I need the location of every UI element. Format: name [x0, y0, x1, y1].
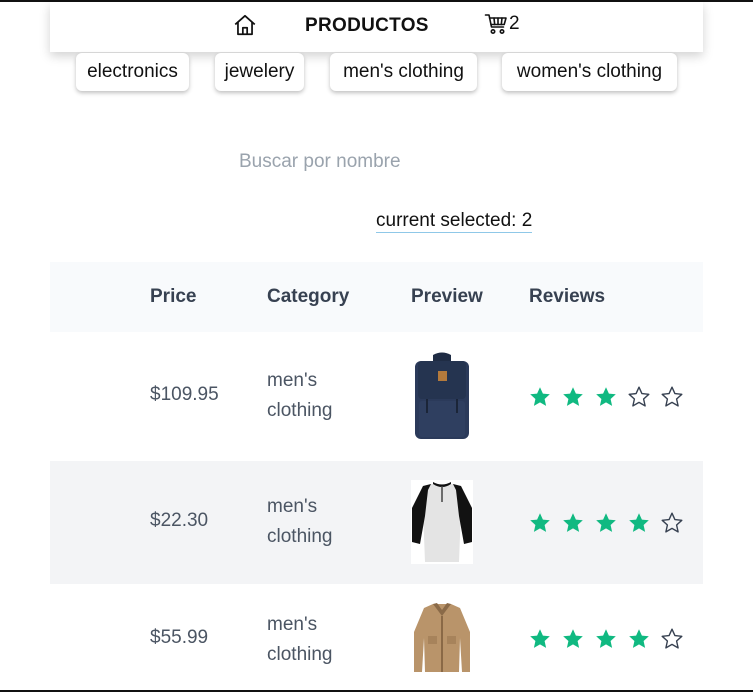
row-category: men's clothing	[267, 614, 333, 665]
row-category: men's clothing	[267, 370, 333, 421]
row-price: $22.30	[150, 510, 209, 531]
star-filled-icon	[596, 513, 616, 532]
rating-stars	[528, 627, 693, 651]
row-category: men's clothing	[267, 496, 333, 547]
star-empty-icon	[661, 512, 683, 533]
row-price: $55.99	[150, 627, 209, 648]
product-image-raglan-shirt[interactable]	[411, 480, 473, 569]
star-filled-icon	[596, 629, 616, 648]
product-image-jacket[interactable]	[411, 602, 473, 679]
category-womens-clothing-button[interactable]: women's clothing	[502, 53, 677, 91]
home-icon[interactable]	[232, 12, 258, 38]
header-price: Price	[150, 286, 197, 307]
star-filled-icon	[563, 629, 583, 648]
star-empty-icon	[628, 386, 650, 407]
header-preview: Preview	[411, 286, 483, 307]
star-filled-icon	[530, 513, 550, 532]
star-filled-icon	[563, 387, 583, 406]
category-mens-clothing-button[interactable]: men's clothing	[330, 53, 477, 91]
table-header: Price Category Preview Reviews	[50, 262, 703, 332]
rating-stars	[528, 385, 693, 409]
category-jewelery-button[interactable]: jewelery	[215, 53, 304, 91]
star-empty-icon	[661, 628, 683, 649]
table-row[interactable]: $22.30 men's clothing	[50, 461, 703, 584]
header-reviews: Reviews	[529, 286, 606, 307]
current-selected-text: current selected: 2	[376, 210, 533, 233]
navbar: PRODUCTOS 2	[50, 2, 703, 52]
cart-button[interactable]: 2	[484, 12, 520, 36]
search-input[interactable]	[239, 148, 539, 176]
row-price: $109.95	[150, 384, 219, 405]
table-row[interactable]: $55.99 men's clothing	[50, 584, 703, 690]
header-category: Category	[267, 286, 350, 307]
nav-title-link[interactable]: PRODUCTOS	[305, 15, 429, 37]
star-filled-icon	[629, 513, 649, 532]
star-filled-icon	[563, 513, 583, 532]
rating-stars	[528, 511, 693, 535]
product-image-backpack[interactable]	[411, 351, 473, 446]
products-table: Price Category Preview Reviews $109.95 m…	[50, 262, 703, 690]
star-filled-icon	[530, 387, 550, 406]
star-filled-icon	[596, 387, 616, 406]
bottom-border	[0, 690, 753, 692]
star-filled-icon	[629, 629, 649, 648]
star-empty-icon	[661, 386, 683, 407]
cart-count: 2	[509, 13, 520, 34]
table-row[interactable]: $109.95 men's clothing	[50, 332, 703, 461]
cart-icon	[484, 14, 507, 34]
star-filled-icon	[530, 629, 550, 648]
category-electronics-button[interactable]: electronics	[76, 53, 189, 91]
